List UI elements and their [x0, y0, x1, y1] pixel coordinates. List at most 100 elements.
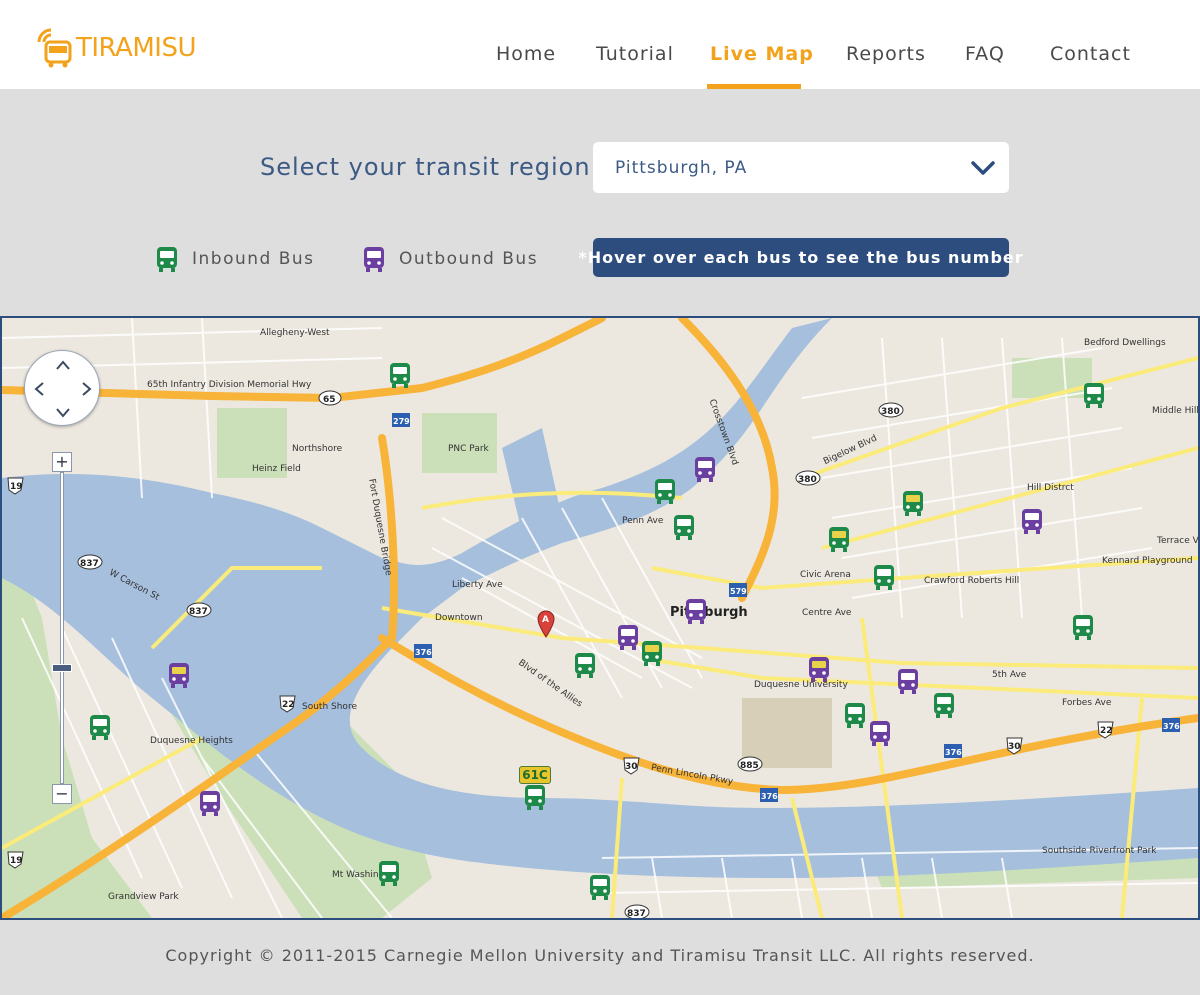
svg-text:885: 885: [740, 761, 759, 771]
outbound-bus-icon[interactable]: [869, 720, 891, 746]
outbound-bus-icon[interactable]: [897, 668, 919, 694]
inbound-bus-icon[interactable]: [902, 490, 924, 516]
map-label-middle-hill: Middle Hill: [1152, 406, 1199, 416]
map-pan-control: [24, 350, 100, 426]
map-label-heinz-field: Heinz Field: [252, 464, 301, 474]
pan-down-icon[interactable]: [54, 403, 72, 421]
location-pin-icon[interactable]: A: [537, 610, 555, 638]
region-dropdown[interactable]: Pittsburgh, PA: [593, 142, 1009, 193]
svg-text:376: 376: [1163, 722, 1180, 731]
svg-text:837: 837: [80, 559, 99, 569]
nav-contact[interactable]: Contact: [1050, 43, 1131, 65]
inbound-bus-icon: [157, 247, 177, 272]
svg-text:19: 19: [10, 482, 23, 492]
region-selected-value: Pittsburgh, PA: [615, 158, 748, 178]
live-map[interactable]: 65 380 380 837 837 837 885 30 30 22 22 1…: [0, 316, 1200, 920]
inbound-bus-icon[interactable]: [828, 526, 850, 552]
logo-text: TIRAMISU: [76, 33, 196, 63]
map-base-layer: 65 380 380 837 837 837 885 30 30 22 22 1…: [2, 318, 1198, 918]
svg-text:65: 65: [323, 395, 336, 405]
map-label-duquesne-heights: Duquesne Heights: [150, 736, 233, 746]
svg-text:380: 380: [881, 407, 900, 417]
map-label-grandview-park: Grandview Park: [108, 892, 179, 902]
svg-text:19: 19: [10, 856, 23, 866]
svg-text:380: 380: [798, 475, 817, 485]
svg-text:376: 376: [761, 792, 778, 801]
outbound-bus-icon: [364, 247, 384, 272]
outbound-bus-icon[interactable]: [168, 662, 190, 688]
svg-text:30: 30: [625, 762, 638, 772]
inbound-bus-icon[interactable]: [641, 640, 663, 666]
inbound-bus-icon[interactable]: [673, 514, 695, 540]
map-label-pittsburgh: Pittsburgh: [670, 605, 748, 620]
bus-signal-logo-icon: [37, 28, 72, 68]
map-label-mt-washington: Mt Washin: [332, 870, 379, 880]
active-nav-indicator: [707, 84, 801, 89]
inbound-bus-icon[interactable]: [1083, 382, 1105, 408]
inbound-bus-icon[interactable]: [654, 478, 676, 504]
route-61c-badge[interactable]: 61C: [519, 766, 551, 784]
inbound-bus-icon[interactable]: [933, 692, 955, 718]
svg-text:22: 22: [282, 700, 295, 710]
outbound-bus-icon[interactable]: [1021, 508, 1043, 534]
svg-text:279: 279: [393, 417, 410, 426]
zoom-in-button[interactable]: +: [52, 452, 72, 472]
map-label-pnc-park: PNC Park: [448, 444, 489, 454]
logo[interactable]: TIRAMISU: [36, 28, 196, 68]
nav-reports[interactable]: Reports: [846, 43, 926, 65]
map-label-centre-ave: Centre Ave: [802, 608, 852, 618]
map-label-downtown: Downtown: [435, 613, 483, 623]
map-label-civic-arena: Civic Arena: [800, 570, 851, 580]
nav-faq[interactable]: FAQ: [965, 43, 1005, 65]
svg-text:579: 579: [730, 587, 747, 596]
zoom-out-button[interactable]: −: [52, 784, 72, 804]
map-label-south-shore: South Shore: [302, 702, 357, 712]
nav-live-map[interactable]: Live Map: [710, 43, 814, 65]
svg-text:376: 376: [415, 648, 432, 657]
site-header: TIRAMISU Home Tutorial Live Map Reports …: [0, 0, 1200, 89]
svg-text:837: 837: [627, 909, 646, 918]
inbound-bus-icon[interactable]: [524, 784, 546, 810]
svg-text:22: 22: [1100, 726, 1113, 736]
footer-copyright: Copyright © 2011-2015 Carnegie Mellon Un…: [165, 946, 1035, 965]
legend-outbound: Outbound Bus: [363, 245, 538, 273]
map-label-kennard-playground: Kennard Playground: [1102, 556, 1193, 566]
outbound-bus-icon[interactable]: [617, 624, 639, 650]
pan-left-icon[interactable]: [31, 380, 49, 398]
inbound-bus-icon[interactable]: [1072, 614, 1094, 640]
chevron-down-icon: [971, 161, 995, 175]
map-label-hill-district: Hill Distrct: [1027, 483, 1074, 493]
svg-text:30: 30: [1008, 742, 1021, 752]
legend-outbound-label: Outbound Bus: [399, 249, 539, 269]
map-label-bedford-dwellings: Bedford Dwellings: [1084, 338, 1166, 348]
map-label-forbes-ave: Forbes Ave: [1062, 698, 1112, 708]
inbound-bus-icon[interactable]: [389, 362, 411, 388]
inbound-bus-icon[interactable]: [89, 714, 111, 740]
outbound-bus-icon[interactable]: [694, 456, 716, 482]
nav-tutorial[interactable]: Tutorial: [596, 43, 674, 65]
region-label: Select your transit region: [260, 153, 591, 181]
zoom-slider-handle[interactable]: [52, 664, 72, 672]
map-label-northshore: Northshore: [292, 444, 343, 454]
inbound-bus-icon[interactable]: [574, 652, 596, 678]
pan-right-icon[interactable]: [77, 380, 95, 398]
pan-up-icon[interactable]: [54, 357, 72, 375]
inbound-bus-icon[interactable]: [844, 702, 866, 728]
outbound-bus-icon[interactable]: [685, 598, 707, 624]
map-label-crawford-roberts: Crawford Roberts Hill: [924, 576, 1020, 586]
svg-text:376: 376: [945, 748, 962, 757]
inbound-bus-icon[interactable]: [589, 874, 611, 900]
hover-instruction-banner: *Hover over each bus to see the bus numb…: [578, 238, 1023, 277]
outbound-bus-icon[interactable]: [199, 790, 221, 816]
zoom-slider-track[interactable]: [60, 472, 64, 784]
svg-text:A: A: [542, 615, 549, 625]
map-label-liberty-ave: Liberty Ave: [452, 580, 503, 590]
inbound-bus-icon[interactable]: [378, 860, 400, 886]
map-label-duquesne-university: Duquesne University: [754, 680, 848, 690]
nav-home[interactable]: Home: [496, 43, 556, 65]
outbound-bus-icon[interactable]: [808, 656, 830, 682]
svg-text:837: 837: [189, 607, 208, 617]
inbound-bus-icon[interactable]: [873, 564, 895, 590]
map-label-fifth-ave: 5th Ave: [992, 670, 1027, 680]
map-label-penn-ave: Penn Ave: [622, 516, 664, 526]
